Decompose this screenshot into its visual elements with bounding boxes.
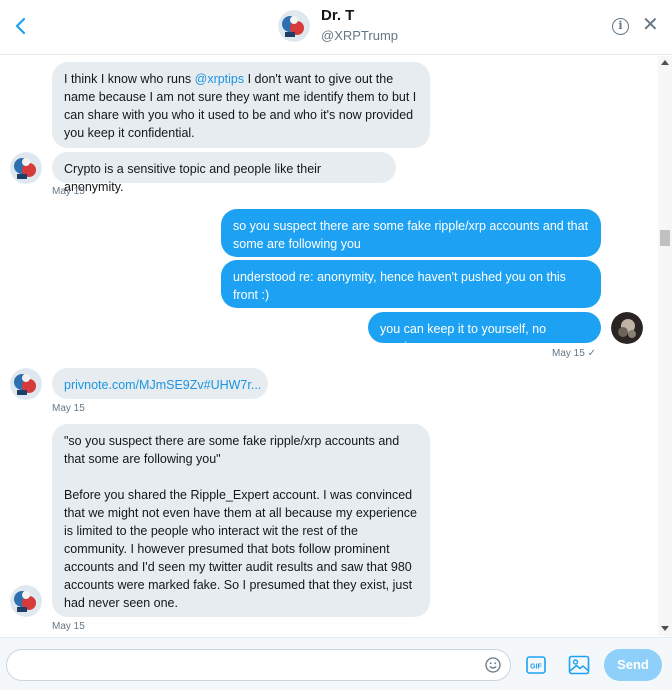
message-thread: I think I know who runs @xrptips I don't…: [0, 56, 658, 636]
contact-handle[interactable]: @XRPTrump: [321, 28, 398, 43]
avatar[interactable]: [611, 312, 643, 344]
avatar[interactable]: [278, 10, 310, 42]
image-icon[interactable]: [568, 655, 590, 675]
read-check-icon: ✓: [587, 348, 596, 359]
received-message: privnote.com/MJmSE9Zv#UHW7r...: [52, 368, 268, 399]
mention-link[interactable]: @xrptips: [195, 72, 245, 86]
gif-button[interactable]: GIF: [526, 655, 546, 675]
emoji-icon[interactable]: [485, 657, 501, 673]
sent-message: you can keep it to yourself, no worries: [368, 312, 601, 354]
received-message: Crypto is a sensitive topic and people l…: [52, 152, 396, 194]
back-chevron-icon[interactable]: [10, 14, 32, 38]
message-composer: GIF Send: [0, 637, 672, 690]
close-icon[interactable]: ✕: [642, 15, 659, 35]
message-timestamp: May 15: [52, 621, 85, 632]
scroll-up-arrow-icon[interactable]: [661, 60, 669, 65]
scroll-down-arrow-icon[interactable]: [661, 626, 669, 631]
message-input[interactable]: [6, 649, 511, 681]
sent-message: understood re: anonymity, hence haven't …: [221, 260, 601, 308]
message-text: I think I know who runs: [64, 72, 195, 86]
avatar[interactable]: [10, 152, 42, 184]
message-timestamp: May 15: [52, 403, 85, 414]
info-icon[interactable]: i: [612, 18, 629, 35]
conversation-header: Dr. T @XRPTrump i ✕: [0, 0, 672, 55]
scrollbar[interactable]: [658, 56, 672, 636]
sent-message: so you suspect there are some fake rippl…: [221, 209, 601, 257]
avatar[interactable]: [10, 585, 42, 617]
message-timestamp: May 15 ✓: [552, 348, 596, 359]
contact-name[interactable]: Dr. T: [321, 7, 354, 24]
received-message: I think I know who runs @xrptips I don't…: [52, 62, 430, 148]
scrollbar-thumb[interactable]: [660, 230, 670, 246]
avatar[interactable]: [10, 368, 42, 400]
message-timestamp: May 15: [52, 186, 85, 197]
message-link[interactable]: privnote.com/MJmSE9Zv#UHW7r...: [64, 378, 261, 392]
gif-label: GIF: [530, 664, 542, 671]
send-button[interactable]: Send: [604, 649, 662, 681]
received-message: "so you suspect there are some fake ripp…: [52, 424, 430, 617]
